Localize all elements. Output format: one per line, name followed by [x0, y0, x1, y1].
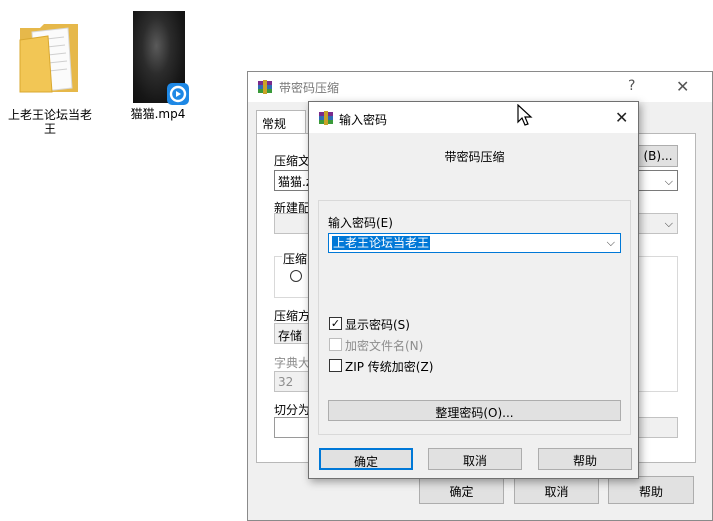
archive-format-label: 压缩 [282, 250, 309, 267]
password-dialog-title: 输入密码 [339, 113, 388, 127]
dict-size-label: 字典大 [274, 356, 311, 370]
password-dialog-titlebar[interactable]: 输入密码 ✕ [309, 102, 638, 133]
method-label: 压缩方 [274, 309, 311, 323]
show-password-label: 显示密码(S) [345, 318, 410, 332]
mouse-cursor-icon [517, 104, 533, 126]
encrypt-filenames-label: 加密文件名(N) [345, 339, 424, 353]
chevron-down-icon[interactable]: ⌵ [607, 236, 615, 250]
folder-label: 上老王论坛当老王 [7, 108, 92, 136]
cancel-button[interactable]: 取消 [514, 476, 599, 504]
close-icon[interactable]: ✕ [615, 108, 628, 127]
browse-button[interactable]: (B)... [638, 145, 678, 167]
cancel-button[interactable]: 取消 [428, 448, 522, 470]
split-unit-select[interactable] [634, 417, 678, 438]
ok-button[interactable]: 确定 [319, 448, 413, 470]
archive-dialog-title: 带密码压缩 [279, 81, 340, 95]
format-radio[interactable] [290, 270, 302, 282]
folder-icon [19, 24, 78, 93]
video-label: 猫猫.mp4 [130, 107, 186, 121]
help-button[interactable]: 帮助 [608, 476, 694, 504]
player-badge-icon [167, 83, 189, 105]
ok-button[interactable]: 确定 [419, 476, 504, 504]
password-input[interactable]: 上老王论坛当老王 ⌵ [328, 233, 621, 253]
chevron-down-icon: ⌵ [664, 175, 673, 188]
archive-dialog-titlebar[interactable]: 带密码压缩 ? ✕ [248, 72, 712, 102]
desktop-video-icon[interactable]: 猫猫.mp4 [122, 8, 194, 124]
password-dialog: 输入密码 ✕ 带密码压缩 输入密码(E) 上老王论坛当老王 ⌵ ✓ 显示密码(S… [308, 101, 639, 479]
organize-passwords-button[interactable]: 整理密码(O)... [328, 400, 621, 421]
help-button[interactable]: 帮助 [538, 448, 632, 470]
help-icon[interactable]: ? [628, 78, 635, 94]
chevron-down-icon: ⌵ [664, 217, 673, 230]
desktop-folder-icon[interactable]: 上老王论坛当老王 [4, 14, 96, 142]
dialog-heading: 带密码压缩 [444, 150, 505, 164]
password-label: 输入密码(E) [328, 216, 393, 230]
encrypt-filenames-checkbox [329, 338, 342, 351]
archive-name-label: 压缩文 [274, 154, 311, 168]
split-label: 切分为 [274, 403, 311, 417]
zip-legacy-checkbox[interactable] [329, 359, 342, 372]
close-icon[interactable]: ✕ [676, 77, 689, 96]
tab-general[interactable]: 常规 [256, 110, 306, 134]
winrar-icon [319, 111, 333, 125]
show-password-checkbox[interactable]: ✓ [329, 317, 342, 330]
winrar-icon [258, 80, 272, 94]
password-text: 上老王论坛当老王 [332, 236, 431, 250]
zip-legacy-label: ZIP 传统加密(Z) [345, 360, 434, 374]
